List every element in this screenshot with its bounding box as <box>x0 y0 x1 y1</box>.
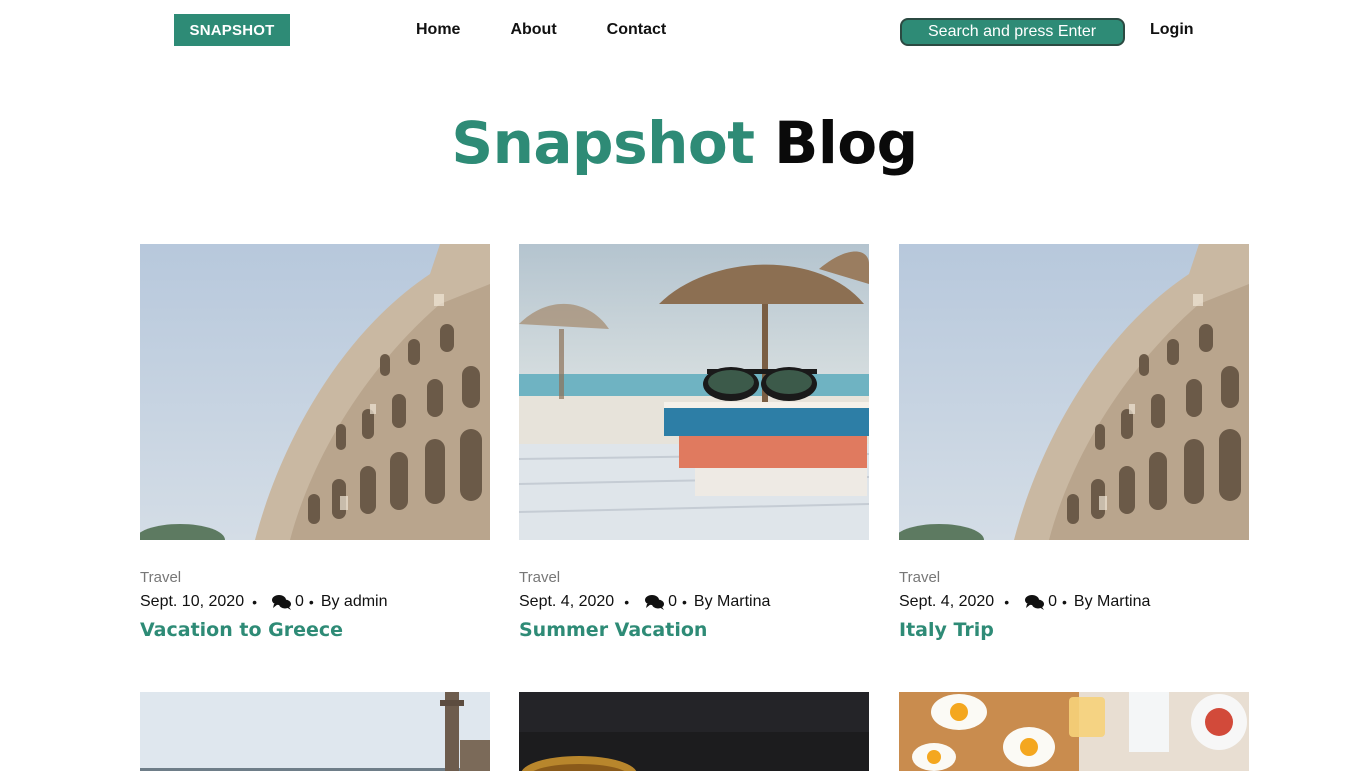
post-image-colosseum[interactable] <box>899 244 1249 540</box>
post-category: Travel <box>140 569 182 586</box>
login-link[interactable]: Login <box>1150 19 1194 41</box>
separator-dot: • <box>252 594 257 610</box>
search-input[interactable] <box>900 18 1125 46</box>
post-card: Travel Sept. 4, 2020 • 0 • By Martina Su… <box>519 244 869 642</box>
post-comment-count: 0 <box>1048 593 1057 610</box>
page-title-accent: Snapshot <box>451 109 755 177</box>
post-meta: Sept. 4, 2020 • 0 • By Martina <box>519 593 869 611</box>
post-meta: Sept. 4, 2020 • 0 • By Martina <box>899 593 1249 611</box>
post-date: Sept. 10, 2020 <box>140 593 245 610</box>
post-date: Sept. 4, 2020 <box>519 593 615 610</box>
post-card: Travel Sept. 10, 2020 • 0 • By admin Vac… <box>140 244 490 642</box>
nav-contact[interactable]: Contact <box>607 19 667 41</box>
post-image-column-sky[interactable] <box>140 692 490 771</box>
nav-about[interactable]: About <box>510 19 556 41</box>
page-title: Snapshot Blog <box>0 108 1369 178</box>
separator-dot: • <box>308 594 314 610</box>
post-title[interactable]: Vacation to Greece <box>140 618 490 642</box>
post-author: By admin <box>320 593 388 610</box>
post-title[interactable]: Italy Trip <box>899 618 1249 642</box>
comments-icon <box>1025 594 1045 610</box>
main-nav: Home About Contact <box>416 19 716 41</box>
post-category: Travel <box>519 569 561 586</box>
nav-home[interactable]: Home <box>416 19 460 41</box>
separator-dot: • <box>682 594 687 610</box>
post-image-dark-table-bowl[interactable] <box>519 692 869 771</box>
post-title[interactable]: Summer Vacation <box>519 618 869 642</box>
post-date: Sept. 4, 2020 <box>899 593 995 610</box>
post-image-colosseum[interactable] <box>140 244 490 540</box>
separator-dot: • <box>1062 594 1067 610</box>
post-comment-count: 0 <box>295 593 304 610</box>
post-author: By Martina <box>693 593 771 610</box>
post-image-beach-books[interactable] <box>519 244 869 540</box>
separator-dot: • <box>624 594 630 610</box>
comments-icon <box>272 594 292 610</box>
separator-dot: • <box>1004 594 1010 610</box>
post-comment-count: 0 <box>668 593 677 610</box>
post-category: Travel <box>899 569 941 586</box>
post-author: By Martina <box>1073 593 1151 610</box>
post-image-breakfast[interactable] <box>899 692 1249 771</box>
brand-logo[interactable]: SNAPSHOT <box>174 14 290 46</box>
comments-icon <box>645 594 665 610</box>
post-card: Travel Sept. 4, 2020 • 0 • By Martina It… <box>899 244 1249 642</box>
post-meta: Sept. 10, 2020 • 0 • By admin <box>140 593 490 611</box>
page-title-rest: Blog <box>774 109 918 177</box>
